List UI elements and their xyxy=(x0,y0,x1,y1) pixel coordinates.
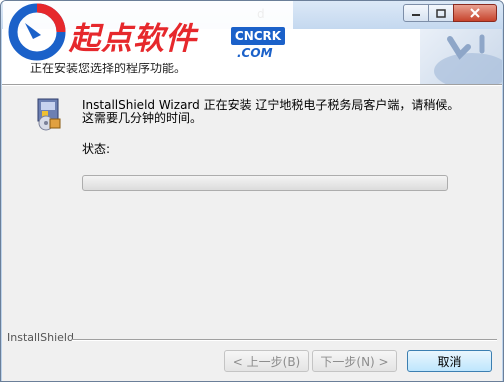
maximize-button[interactable] xyxy=(428,4,454,22)
logo-badge: CNCRK xyxy=(231,27,285,45)
installshield-banner-icon xyxy=(420,29,503,89)
maximize-icon xyxy=(436,8,446,18)
installshield-brand: InstallShield xyxy=(7,331,74,344)
install-progress-bar xyxy=(82,175,448,191)
watermark-logo: 起点软件 CNCRK .COM xyxy=(3,1,293,63)
logo-text: 起点软件 xyxy=(69,21,197,57)
back-button[interactable]: < 上一步(B) xyxy=(224,350,309,372)
minimize-button[interactable] xyxy=(403,4,429,22)
install-message-line2: 这需要几分钟的时间。 xyxy=(82,111,203,125)
minimize-icon xyxy=(412,14,420,16)
caption-buttons xyxy=(403,4,497,22)
header-divider xyxy=(2,84,502,86)
logo-swirl-icon xyxy=(8,3,66,61)
logo-domain: .COM xyxy=(237,46,273,60)
status-label: 状态: xyxy=(82,142,111,156)
cancel-button[interactable]: 取消 xyxy=(407,350,492,372)
footer-divider xyxy=(72,339,497,341)
installer-package-icon xyxy=(37,98,61,131)
next-button[interactable]: 下一步(N) > xyxy=(312,350,397,372)
installer-window: d 正在安装您选择的程序功能。 xyxy=(0,0,504,382)
dialog-client: 正在安装您选择的程序功能。 InstallShield Wizard 正在安装 … xyxy=(2,29,503,381)
close-icon xyxy=(470,8,480,18)
close-button[interactable] xyxy=(453,4,497,22)
